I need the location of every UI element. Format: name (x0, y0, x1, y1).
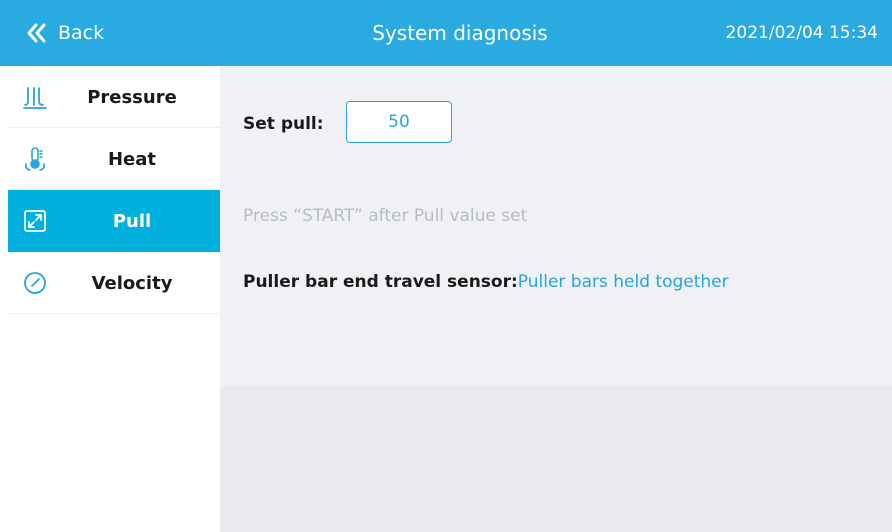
sidebar-item-label: Heat (107, 148, 157, 170)
sensor-label: Puller bar end travel sensor: (243, 272, 518, 292)
set-pull-label: Set pull: (243, 114, 324, 134)
sidebar-item-label: Velocity (91, 272, 173, 294)
pressure-icon (22, 84, 48, 110)
main-content: Set pull: Press “START” after Pull value… (220, 66, 892, 532)
sidebar-item-label: Pressure (87, 86, 177, 108)
start-hint-text: Press “START” after Pull value set (243, 206, 528, 226)
expand-arrows-icon (22, 208, 48, 234)
set-pull-input[interactable] (346, 101, 452, 143)
thermometer-icon (22, 146, 48, 172)
sidebar-item-pressure[interactable]: Pressure (8, 66, 220, 128)
sidebar-item-pull[interactable]: Pull (8, 190, 220, 252)
sidebar-item-heat[interactable]: Heat (8, 128, 220, 190)
sidebar: Pressure Heat Pull Velocity (0, 66, 220, 532)
sensor-value: Puller bars held together (517, 272, 729, 292)
sidebar-item-label: Pull (112, 210, 152, 232)
page-title: System diagnosis (372, 21, 548, 45)
back-label: Back (58, 22, 105, 44)
double-chevron-left-icon (24, 20, 50, 46)
datetime-display: 2021/02/04 15:34 (725, 23, 878, 43)
sidebar-item-velocity[interactable]: Velocity (8, 252, 220, 314)
header-bar: Back System diagnosis 2021/02/04 15:34 (0, 0, 892, 66)
back-button[interactable]: Back (24, 0, 104, 66)
gauge-icon (22, 270, 48, 296)
sensor-status: Puller bar end travel sensor:Puller bars… (243, 272, 729, 292)
pull-panel: Set pull: Press “START” after Pull value… (220, 66, 892, 386)
